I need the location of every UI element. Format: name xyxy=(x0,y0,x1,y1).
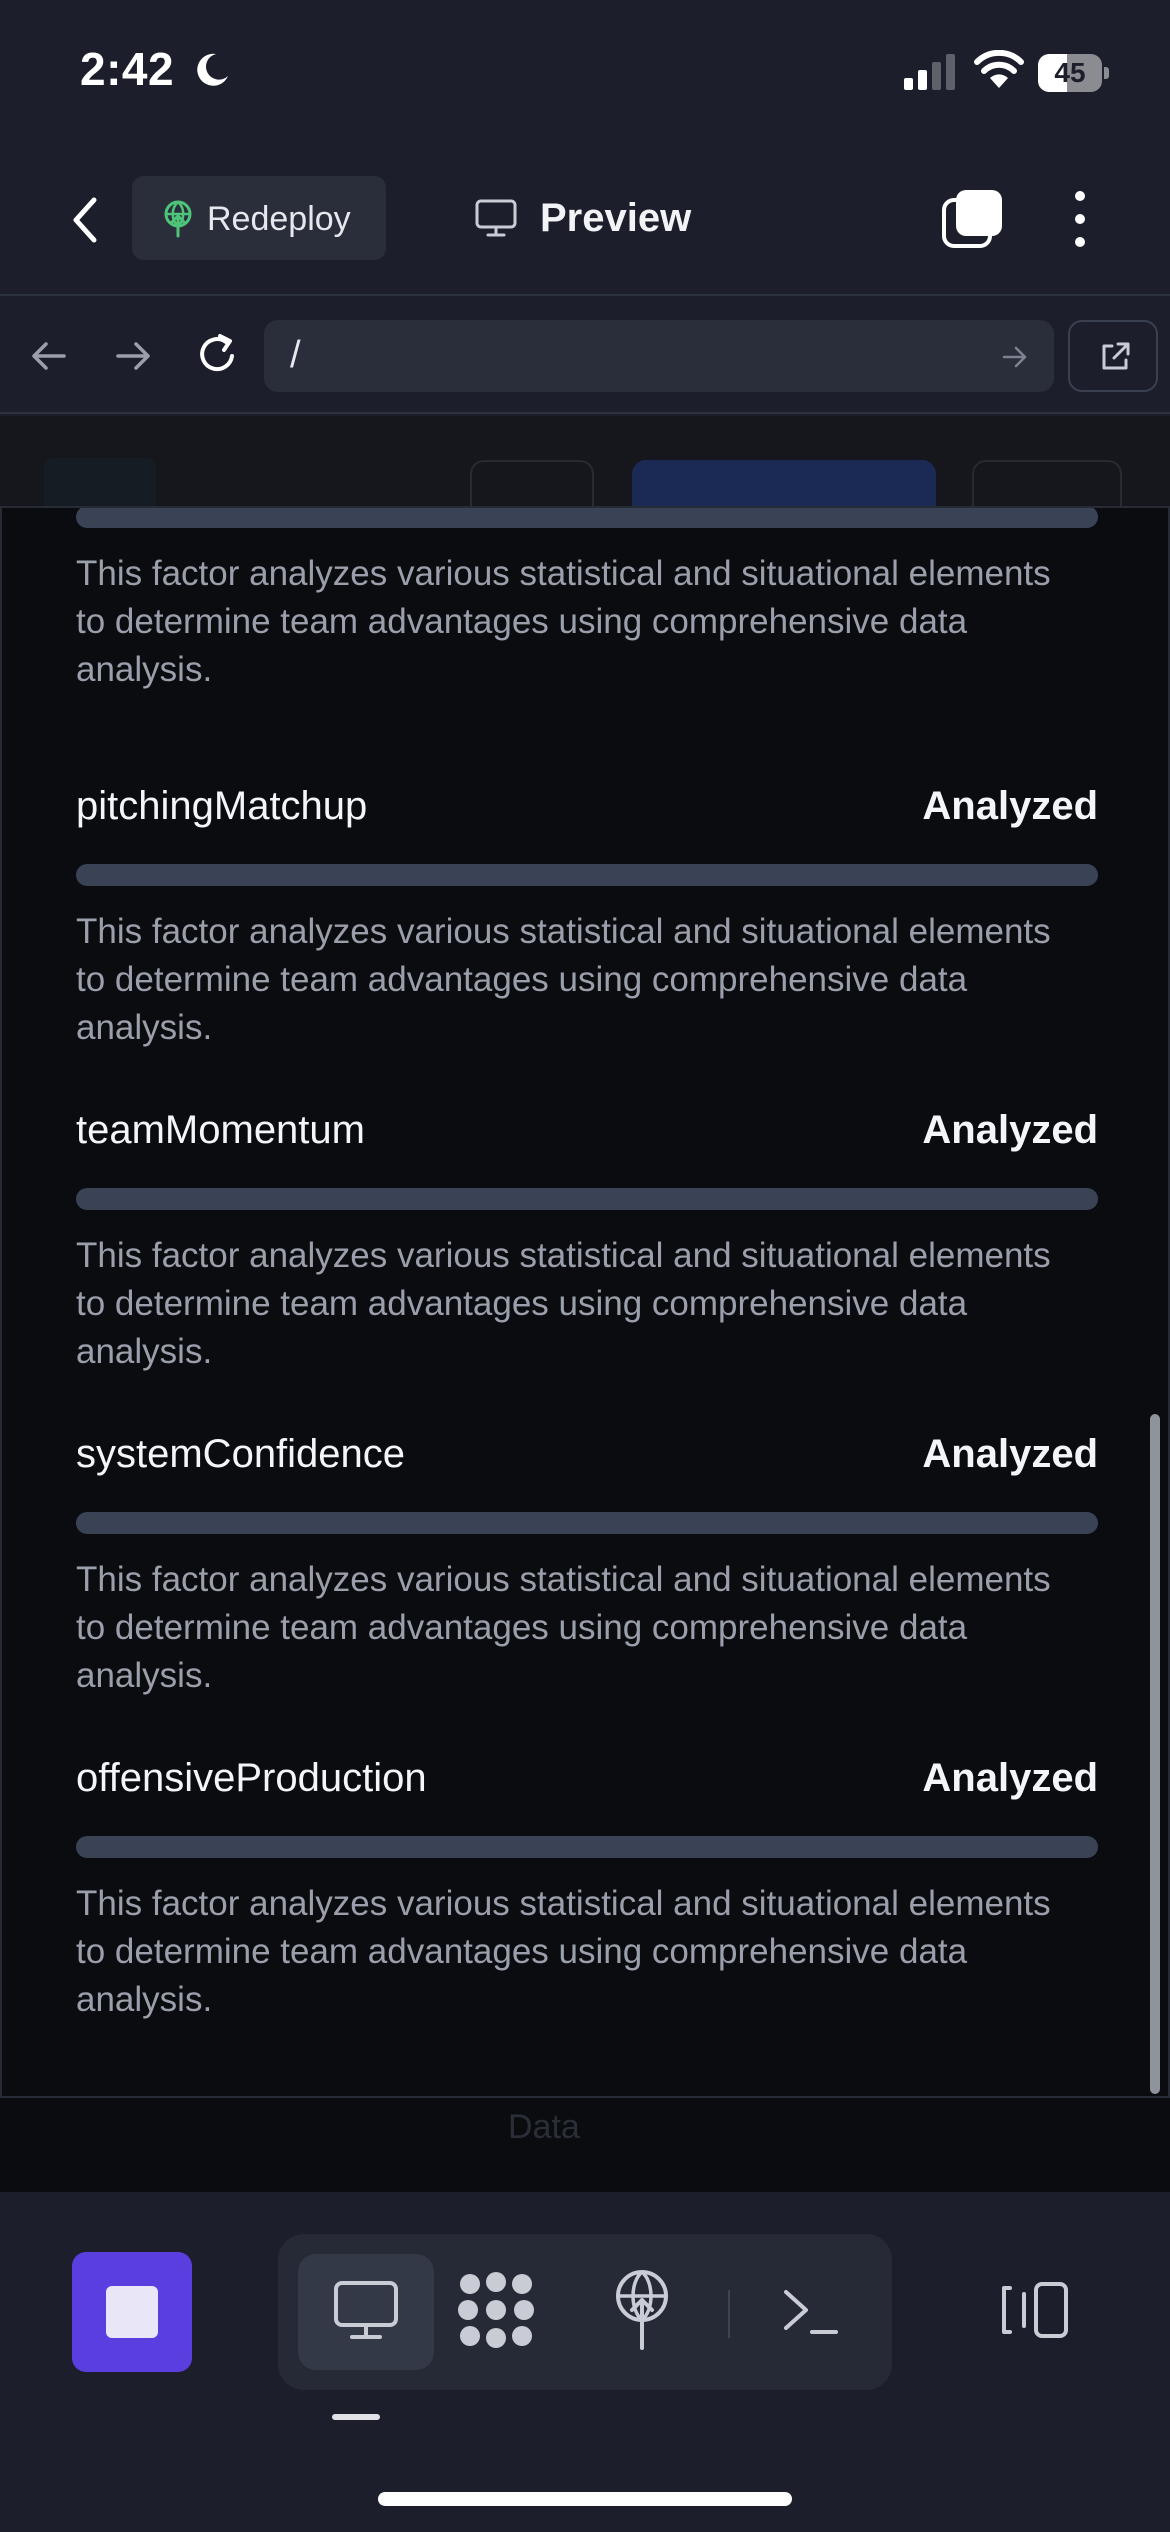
factor-item: offensiveProduction Analyzed This factor… xyxy=(76,1756,1098,2056)
monitor-icon xyxy=(334,2281,398,2339)
factor-item: systemConfidence Analyzed This factor an… xyxy=(76,1432,1098,1732)
analysis-factors-panel[interactable]: This factor analyzes various statistical… xyxy=(0,506,1170,2098)
redeploy-button[interactable]: Redeploy xyxy=(132,176,386,260)
go-arrow-icon[interactable] xyxy=(1000,342,1030,372)
active-tab-indicator xyxy=(332,2414,380,2420)
browser-url-bar: / xyxy=(0,298,1170,414)
site-logo xyxy=(44,458,156,508)
tool-tab-preview[interactable] xyxy=(298,2254,434,2370)
external-link-icon xyxy=(1102,342,1130,370)
factor-progress-bar xyxy=(76,1512,1098,1534)
factor-item: teamMomentum Analyzed This factor analyz… xyxy=(76,1108,1098,1408)
factor-description: This factor analyzes various statistical… xyxy=(76,912,1051,1047)
reload-icon[interactable] xyxy=(192,330,242,380)
status-time: 2:42 xyxy=(80,43,175,95)
monitor-icon xyxy=(475,199,517,237)
battery-indicator: 45 xyxy=(1038,54,1109,92)
terminal-icon[interactable] xyxy=(780,2282,840,2342)
factor-name: systemConfidence xyxy=(76,1432,406,1476)
arrow-left-icon[interactable] xyxy=(26,334,70,378)
deploy-icon[interactable] xyxy=(610,2266,674,2350)
primary-action-button xyxy=(632,460,936,508)
factor-status: Analyzed xyxy=(922,1756,1098,1800)
factor-name: offensiveProduction xyxy=(76,1756,427,1800)
open-external-button[interactable] xyxy=(1068,320,1158,392)
factor-description: This factor analyzes various statistical… xyxy=(76,554,1051,689)
url-input[interactable]: / xyxy=(264,320,1054,392)
home-indicator[interactable] xyxy=(378,2492,792,2506)
cellular-signal-icon xyxy=(904,54,955,90)
theme-toggle-button xyxy=(470,460,594,508)
app-header: Redeploy Preview xyxy=(0,150,1170,296)
grid-icon[interactable] xyxy=(456,2270,536,2350)
toolbar-divider xyxy=(728,2290,730,2338)
panels-icon[interactable] xyxy=(1000,2280,1070,2340)
bottom-toolbar xyxy=(0,2192,1170,2532)
url-text: / xyxy=(290,334,301,376)
window-stack-icon[interactable] xyxy=(940,186,1006,252)
factor-name: teamMomentum xyxy=(76,1108,365,1152)
stop-button[interactable] xyxy=(72,2252,192,2372)
battery-level: 45 xyxy=(1054,57,1086,88)
factor-status: Analyzed xyxy=(922,1108,1098,1152)
factor-name: pitchingMatchup xyxy=(76,784,368,828)
factor-progress-bar xyxy=(76,508,1098,528)
deploy-icon xyxy=(164,200,192,238)
factor-item: This factor analyzes various statistical… xyxy=(76,508,1098,726)
add-button xyxy=(972,460,1122,508)
factor-progress-bar xyxy=(76,1188,1098,1210)
factor-item: pitchingMatchup Analyzed This factor ana… xyxy=(76,784,1098,1084)
battery-cap xyxy=(1104,67,1109,79)
preview-tab[interactable]: Preview xyxy=(474,176,714,260)
page-header-behind-overlay xyxy=(0,416,1170,508)
redeploy-label: Redeploy xyxy=(207,200,351,238)
factor-description: This factor analyzes various statistical… xyxy=(76,1884,1051,2019)
page-footer-area: Data xyxy=(0,2098,1170,2192)
wifi-icon xyxy=(974,50,1024,88)
moon-icon xyxy=(197,53,228,86)
factor-status: Analyzed xyxy=(922,1432,1098,1476)
factor-progress-bar xyxy=(76,864,1098,886)
stop-icon xyxy=(106,2286,158,2338)
faded-data-label: Data xyxy=(508,2108,580,2146)
status-bar: 2:42 45 xyxy=(0,0,1170,150)
factor-description: This factor analyzes various statistical… xyxy=(76,1236,1051,1371)
battery-icon: 45 xyxy=(1038,54,1102,92)
arrow-right-icon[interactable] xyxy=(112,334,156,378)
factor-progress-bar xyxy=(76,1836,1098,1858)
back-chevron-icon[interactable] xyxy=(60,190,110,250)
factor-description: This factor analyzes various statistical… xyxy=(76,1560,1051,1695)
tool-tabs xyxy=(278,2234,892,2390)
more-vertical-icon[interactable] xyxy=(1060,186,1100,252)
scrollbar-thumb[interactable] xyxy=(1150,1414,1160,2094)
factor-status: Analyzed xyxy=(922,784,1098,828)
preview-label: Preview xyxy=(540,196,692,240)
